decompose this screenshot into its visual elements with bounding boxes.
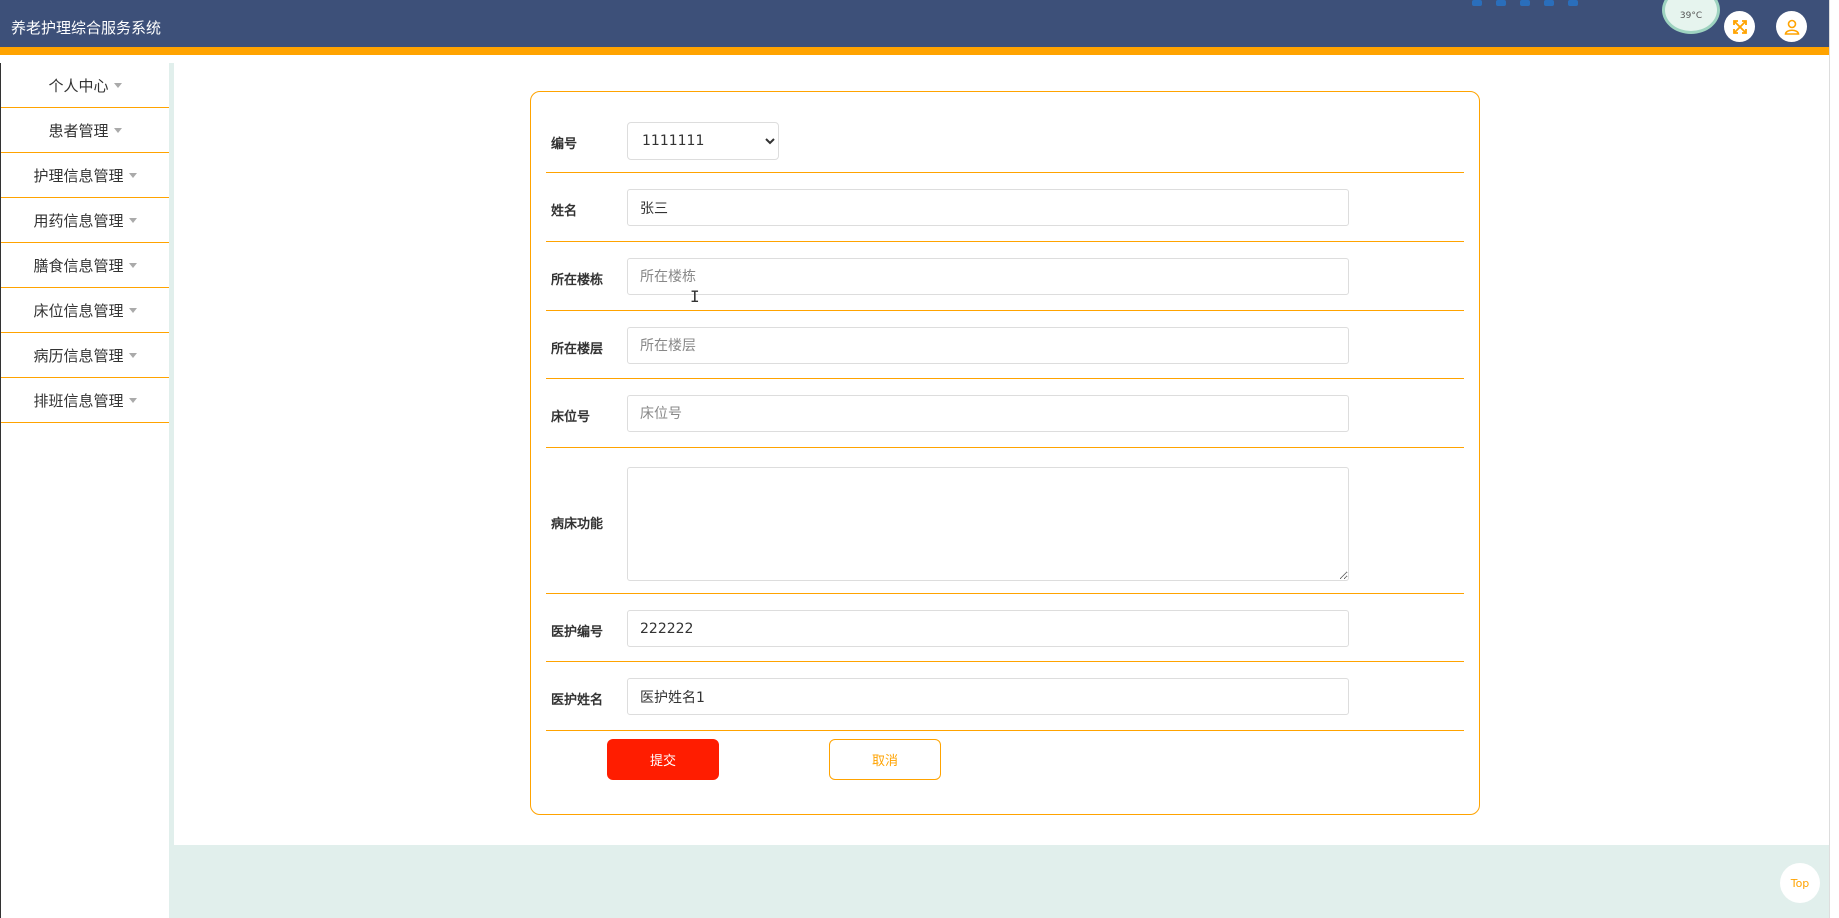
building-label: 所在楼栋 (551, 273, 604, 288)
staff-number-input[interactable] (627, 610, 1349, 647)
staff-number-label: 医护编号 (551, 625, 604, 640)
sidebar-item-label: 患者管理 (48, 121, 109, 140)
sidebar-item-patients[interactable]: 患者管理 (1, 108, 169, 153)
floor-input[interactable] (627, 327, 1349, 364)
fullscreen-icon (1732, 19, 1747, 34)
sidebar-item-schedule[interactable]: 排班信息管理 (1, 378, 169, 423)
text-cursor-icon: I (690, 287, 700, 306)
bed-info-form: 编号 1111111 姓名 所在楼栋 所在楼层 床位号 病床功能 医护编号 医护… (530, 91, 1480, 815)
name-label: 姓名 (551, 204, 578, 219)
form-row-bed-function: 病床功能 (546, 448, 1464, 594)
chevron-down-icon (128, 262, 137, 268)
sidebar-item-beds[interactable]: 床位信息管理 (1, 288, 169, 333)
window-edge (1829, 0, 1839, 918)
sidebar-item-label: 用药信息管理 (33, 211, 124, 230)
user-icon (1784, 19, 1799, 35)
header-decoration (1472, 0, 1578, 8)
submit-button[interactable]: 提交 (607, 739, 719, 780)
sidebar: 个人中心 患者管理 护理信息管理 用药信息管理 膳食信息管理 床位信息管理 病历… (0, 63, 169, 918)
sidebar-item-label: 个人中心 (48, 76, 109, 95)
weather-temp: 39°C (1679, 11, 1703, 21)
bed-function-textarea[interactable] (627, 467, 1349, 581)
form-row-floor: 所在楼层 (546, 311, 1464, 379)
sidebar-item-label: 床位信息管理 (33, 301, 124, 320)
sidebar-item-personal-center[interactable]: 个人中心 (1, 63, 169, 108)
form-row-staff-name: 医护姓名 (546, 662, 1464, 731)
number-label: 编号 (551, 137, 578, 152)
floor-label: 所在楼层 (551, 342, 604, 357)
form-row-name: 姓名 (546, 173, 1464, 242)
sidebar-item-label: 排班信息管理 (33, 391, 124, 410)
top-header: 养老护理综合服务系统 39°C (0, 0, 1829, 55)
cancel-button[interactable]: 取消 (829, 739, 941, 780)
sidebar-item-label: 护理信息管理 (33, 166, 124, 185)
sidebar-item-medication[interactable]: 用药信息管理 (1, 198, 169, 243)
app-title: 养老护理综合服务系统 (11, 19, 162, 37)
chevron-down-icon (113, 127, 122, 133)
staff-name-input[interactable] (627, 678, 1349, 715)
chevron-down-icon (128, 352, 137, 358)
chevron-down-icon (128, 172, 137, 178)
scroll-top-label: Top (1790, 876, 1810, 890)
chevron-down-icon (128, 217, 137, 223)
sidebar-item-label: 病历信息管理 (33, 346, 124, 365)
scroll-top-button[interactable]: Top (1780, 863, 1820, 903)
user-button[interactable] (1776, 11, 1807, 42)
chevron-down-icon (113, 82, 122, 88)
staff-name-label: 医护姓名 (551, 693, 604, 708)
building-input[interactable] (627, 258, 1349, 295)
form-row-staff-number: 医护编号 (546, 594, 1464, 662)
chevron-down-icon (128, 397, 137, 403)
number-select[interactable]: 1111111 (627, 122, 779, 160)
sidebar-item-nursing[interactable]: 护理信息管理 (1, 153, 169, 198)
sidebar-item-label: 膳食信息管理 (33, 256, 124, 275)
name-input[interactable] (627, 189, 1349, 226)
sidebar-item-diet[interactable]: 膳食信息管理 (1, 243, 169, 288)
bed-number-input[interactable] (627, 395, 1349, 432)
chevron-down-icon (128, 307, 137, 313)
form-row-building: 所在楼栋 (546, 242, 1464, 311)
weather-widget[interactable]: 39°C (1662, 0, 1720, 34)
sidebar-item-records[interactable]: 病历信息管理 (1, 333, 169, 378)
form-row-bed-number: 床位号 (546, 379, 1464, 448)
bed-function-label: 病床功能 (551, 517, 604, 532)
fullscreen-button[interactable] (1724, 11, 1755, 42)
form-row-number: 编号 1111111 (546, 92, 1464, 173)
bed-number-label: 床位号 (551, 410, 591, 425)
